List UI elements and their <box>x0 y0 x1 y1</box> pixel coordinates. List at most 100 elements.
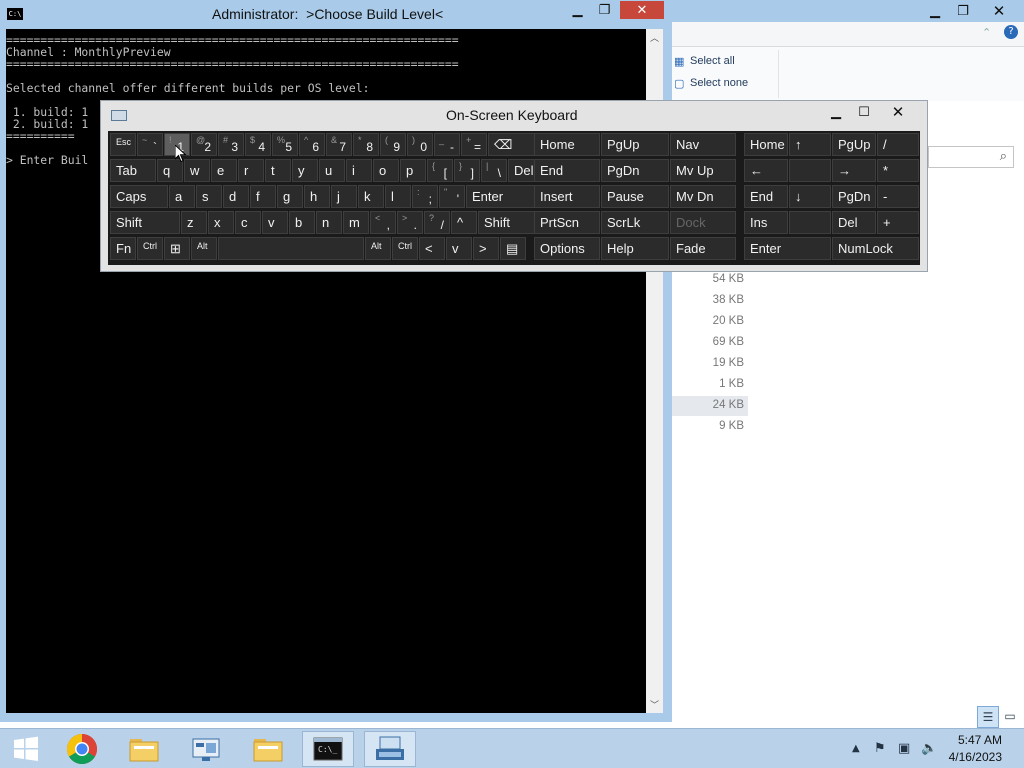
details-view-icon[interactable]: ☰ <box>977 706 999 728</box>
taskbar-chrome[interactable] <box>56 731 108 767</box>
key-pgup[interactable]: PgUp <box>601 133 669 156</box>
console-close-button[interactable]: ✕ <box>620 1 664 19</box>
key-insert[interactable]: Insert <box>534 185 600 208</box>
key-o[interactable]: o <box>373 159 399 182</box>
action-center-flag-icon[interactable]: ⚑ <box>874 741 886 756</box>
numpad-key-0-3[interactable]: / <box>877 133 919 156</box>
file-size-cell[interactable]: 24 KB <box>672 399 744 411</box>
numpad-key-1-3[interactable]: * <box>877 159 919 182</box>
key-semicolon[interactable]: :; <box>412 185 438 208</box>
select-none-button[interactable]: Select none <box>690 77 748 89</box>
osk-titlebar[interactable]: On-Screen Keyboard <box>101 101 927 129</box>
key-ctrl-left[interactable]: Ctrl <box>137 237 163 260</box>
key-down[interactable]: v <box>446 237 472 260</box>
key-2[interactable]: @2 <box>191 133 217 156</box>
help-icon[interactable]: ? <box>1004 25 1018 39</box>
start-button[interactable] <box>0 731 52 767</box>
network-icon[interactable]: ▣ <box>898 741 910 756</box>
numpad-key-2-3[interactable]: - <box>877 185 919 208</box>
clock-date[interactable]: 4/16/2023 <box>949 750 1002 764</box>
key-help[interactable]: Help <box>601 237 669 260</box>
key-alt-left[interactable]: Alt <box>191 237 217 260</box>
key-s[interactable]: s <box>196 185 222 208</box>
osk-minimize-button[interactable]: ▁ <box>823 103 849 121</box>
ribbon-collapse-icon[interactable]: ⌃ <box>982 26 991 39</box>
numpad-key-0-1[interactable]: ↑ <box>789 133 831 156</box>
taskbar-command-prompt[interactable]: C:\_ <box>302 731 354 767</box>
key-9[interactable]: (9 <box>380 133 406 156</box>
key-w[interactable]: w <box>184 159 210 182</box>
key-period[interactable]: >. <box>397 211 423 234</box>
key-menu[interactable]: ▤ <box>500 237 526 260</box>
numpad-key-4-0[interactable]: Enter <box>744 237 831 260</box>
file-size-cell[interactable]: 20 KB <box>672 315 744 327</box>
key-prtscn[interactable]: PrtScn <box>534 211 600 234</box>
numpad-key-2-2[interactable]: PgDn <box>832 185 876 208</box>
key-h[interactable]: h <box>304 185 330 208</box>
key-minus[interactable]: _ - <box>434 133 460 156</box>
numpad-key-3-1[interactable] <box>789 211 831 234</box>
key-5[interactable]: % 5 <box>272 133 298 156</box>
key-nav[interactable]: Nav <box>670 133 736 156</box>
key-space[interactable] <box>218 237 364 260</box>
taskbar-file-explorer[interactable] <box>118 731 170 767</box>
key-right[interactable]: > <box>473 237 499 260</box>
numpad-key-2-1[interactable]: ↓ <box>789 185 831 208</box>
key-f[interactable]: f <box>250 185 276 208</box>
key-lbracket[interactable]: {[ <box>427 159 453 182</box>
key-alt-right[interactable]: Alt <box>365 237 391 260</box>
key-scrlk[interactable]: ScrLk <box>601 211 669 234</box>
key-n[interactable]: n <box>316 211 342 234</box>
numpad-key-1-0[interactable]: ← <box>744 159 788 182</box>
key-pause[interactable]: Pause <box>601 185 669 208</box>
console-restore-button[interactable]: ❐ <box>592 1 617 19</box>
key-v[interactable]: v <box>262 211 288 234</box>
numpad-key-1-2[interactable]: → <box>832 159 876 182</box>
key-j[interactable]: j <box>331 185 357 208</box>
explorer-restore-button[interactable]: ❐ <box>950 0 976 22</box>
osk-close-button[interactable]: ✕ <box>883 103 913 121</box>
key-t[interactable]: t <box>265 159 291 182</box>
numpad-key-3-3[interactable]: + <box>877 211 919 234</box>
numpad-key-3-2[interactable]: Del <box>832 211 876 234</box>
key-left[interactable]: < <box>419 237 445 260</box>
key-ctrl-right[interactable]: Ctrl <box>392 237 418 260</box>
large-icons-view-icon[interactable]: ▭ <box>1000 706 1020 726</box>
key-slash[interactable]: ? / <box>424 211 450 234</box>
numpad-key-0-2[interactable]: PgUp <box>832 133 876 156</box>
key-6[interactable]: ^ 6 <box>299 133 325 156</box>
numpad-key-1-1[interactable] <box>789 159 831 182</box>
key-4[interactable]: $4 <box>245 133 271 156</box>
key-up[interactable]: ^ <box>451 211 477 234</box>
key-win[interactable]: ⊞ <box>164 237 190 260</box>
numpad-key-4-2[interactable]: NumLock <box>832 237 919 260</box>
numpad-key-2-0[interactable]: End <box>744 185 788 208</box>
key-8[interactable]: * 8 <box>353 133 379 156</box>
file-size-cell[interactable]: 54 KB <box>672 273 744 285</box>
key-dock[interactable]: Dock <box>670 211 736 234</box>
key-quote[interactable]: " ' <box>439 185 465 208</box>
key-r[interactable]: r <box>238 159 264 182</box>
scroll-down-icon[interactable]: ﹀ <box>646 696 663 713</box>
key-fade[interactable]: Fade <box>670 237 736 260</box>
key-end[interactable]: End <box>534 159 600 182</box>
numpad-key-3-0[interactable]: Ins <box>744 211 788 234</box>
key-m[interactable]: m <box>343 211 369 234</box>
key-backtick[interactable]: ~ ` <box>137 133 163 156</box>
file-size-cell[interactable]: 9 KB <box>672 420 744 432</box>
key-7[interactable]: & 7 <box>326 133 352 156</box>
key-x[interactable]: x <box>208 211 234 234</box>
key-rbracket[interactable]: }] <box>454 159 480 182</box>
console-minimize-button[interactable]: ▁ <box>565 1 590 19</box>
file-size-cell[interactable]: 38 KB <box>672 294 744 306</box>
taskbar-file-explorer-2[interactable] <box>242 731 294 767</box>
key-3[interactable]: #3 <box>218 133 244 156</box>
key-u[interactable]: u <box>319 159 345 182</box>
scroll-up-icon[interactable]: ︿ <box>646 29 663 46</box>
file-size-cell[interactable]: 69 KB <box>672 336 744 348</box>
key-y[interactable]: y <box>292 159 318 182</box>
file-size-cell[interactable]: 19 KB <box>672 357 744 369</box>
key-mv-dn[interactable]: Mv Dn <box>670 185 736 208</box>
key-options[interactable]: Options <box>534 237 600 260</box>
key-d[interactable]: d <box>223 185 249 208</box>
